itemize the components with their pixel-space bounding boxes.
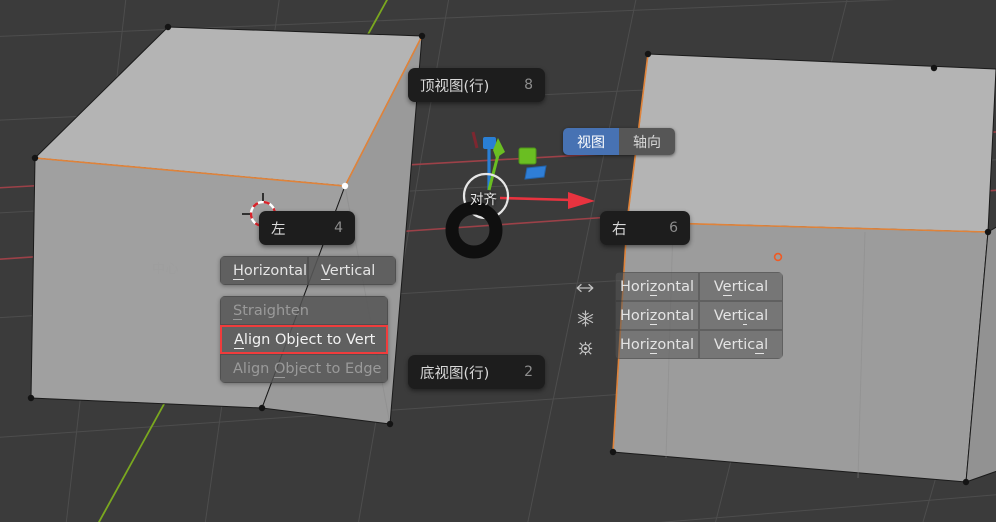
viewport-3d[interactable]: 对齐 中心 顶视图(行) 8 左 4 右 6 底视图(行) 2 视图 轴向 Ho… — [0, 0, 996, 522]
pie-label-right-view-number: 6 — [669, 220, 678, 236]
gizmo-handle-z[interactable] — [483, 137, 496, 149]
pie-label-bottom-view-number: 2 — [524, 364, 533, 380]
pie-label-right-view-text: 右 — [612, 221, 627, 238]
cube-right[interactable] — [609, 50, 996, 486]
pie-label-right-view[interactable]: 右 6 — [600, 211, 690, 245]
gizmo-center-label: 对齐 — [470, 192, 497, 208]
pivot-center-label: 中心 — [152, 262, 180, 277]
left-menu-vertical-label: Vertical — [321, 262, 376, 280]
menu-item-straighten-label: Straighten — [233, 302, 309, 320]
cube-left-active-vertex — [341, 182, 349, 190]
right-menu-row2-vertical-label: Vertical — [713, 307, 769, 325]
orientation-toggle-view[interactable]: 视图 — [563, 128, 619, 155]
right-menu-row3-horizontal[interactable]: Horizontal — [615, 330, 699, 359]
left-menu-actions[interactable]: Straighten Align Object to Vert Align Ob… — [220, 296, 388, 383]
pie-label-bottom-view-text: 底视图(行) — [420, 365, 490, 382]
pie-label-top-view-text: 顶视图(行) — [420, 78, 490, 95]
pie-label-top-view[interactable]: 顶视图(行) 8 — [408, 68, 545, 102]
right-menu-row3-vertical[interactable]: Vertical — [699, 330, 783, 359]
horizontal-arrows-icon — [572, 273, 598, 303]
target-circle-icon — [572, 333, 598, 363]
gizmo-plane-xz[interactable] — [524, 165, 547, 180]
right-menu-row2-horizontal[interactable]: Horizontal — [615, 301, 699, 330]
right-menu-row1-vertical[interactable]: Vertical — [699, 272, 783, 301]
orientation-toggle[interactable]: 视图 轴向 — [563, 128, 675, 155]
blender-viewport-screenshot: 对齐 中心 顶视图(行) 8 左 4 右 6 底视图(行) 2 视图 轴向 Ho… — [0, 0, 996, 522]
right-menu-row-2: Horizontal Vertical — [615, 301, 783, 330]
cube-right-top-face — [626, 53, 996, 233]
right-menu-row-1: Horizontal Vertical — [615, 272, 783, 301]
left-menu-horizontal-label: Horizontal — [233, 262, 308, 280]
right-menu-row1-horizontal[interactable]: Horizontal — [615, 272, 699, 301]
right-menu-row2-horizontal-label: Horizontal — [619, 307, 695, 325]
right-menu-row1-horizontal-label: Horizontal — [619, 278, 695, 296]
pie-label-left-view-text: 左 — [271, 221, 286, 238]
right-menu-icon-column — [572, 273, 598, 363]
orientation-toggle-axis[interactable]: 轴向 — [619, 128, 675, 155]
left-menu-orientation-row: Horizontal Vertical — [220, 256, 396, 285]
right-menu-row2-vertical[interactable]: Vertical — [699, 301, 783, 330]
left-menu-vertical-button[interactable]: Vertical — [308, 256, 396, 285]
menu-item-align-object-to-vert[interactable]: Align Object to Vert — [220, 325, 388, 354]
pie-label-top-view-number: 8 — [524, 77, 533, 93]
right-menu-row-3: Horizontal Vertical — [615, 330, 783, 359]
left-menu-horizontal-button[interactable]: Horizontal — [220, 256, 308, 285]
right-menu-row1-vertical-label: Vertical — [713, 278, 769, 296]
menu-item-align-object-to-vert-label: Align Object to Vert — [234, 331, 376, 349]
pie-label-left-view[interactable]: 左 4 — [259, 211, 355, 245]
gizmo-plane-xy[interactable] — [518, 147, 537, 165]
menu-item-align-object-to-edge-label: Align Object to Edge — [233, 360, 382, 378]
left-menu-orientation[interactable]: Horizontal Vertical — [220, 256, 396, 285]
menu-item-align-object-to-edge[interactable]: Align Object to Edge — [220, 354, 388, 383]
snowflake-icon — [572, 303, 598, 333]
right-menu-row3-vertical-label: Vertical — [713, 336, 769, 354]
pie-label-left-view-number: 4 — [334, 220, 343, 236]
right-menu-row3-horizontal-label: Horizontal — [619, 336, 695, 354]
pie-label-bottom-view[interactable]: 底视图(行) 2 — [408, 355, 545, 389]
menu-item-straighten[interactable]: Straighten — [220, 296, 388, 325]
right-menu-grid[interactable]: Horizontal Vertical Horizontal Vertical … — [615, 272, 783, 359]
